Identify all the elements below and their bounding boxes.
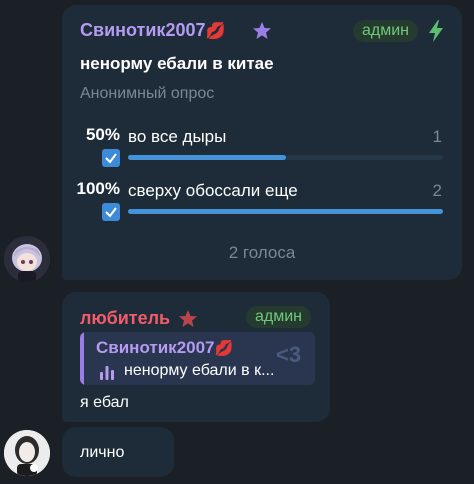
option-count: 1	[432, 127, 442, 146]
reply-quote[interactable]: Свинотик2007💋 ненорму ебали в к... <3	[80, 332, 315, 385]
vote-count[interactable]: 2 голоса	[62, 243, 462, 263]
poll-question: ненорму ебали в китае	[80, 54, 274, 73]
sender-name[interactable]: Свинотик2007💋	[80, 20, 225, 41]
option-percent: 100%	[76, 179, 120, 198]
admin-badge: админ	[246, 306, 312, 328]
option-text[interactable]: во все дыры	[128, 127, 226, 147]
option-bar-fill	[128, 155, 286, 160]
sender-emoji: 💋	[205, 23, 226, 40]
poll-type-label: Анонимный опрос	[80, 85, 215, 102]
option-bar-fill	[128, 209, 443, 214]
reply-text: ненорму ебали в к...	[124, 362, 275, 379]
star-icon	[179, 310, 197, 327]
user-avatar-svinotik[interactable]	[4, 236, 50, 282]
poll-message-bubble[interactable]	[62, 5, 462, 280]
option-count: 2	[432, 181, 442, 200]
option-bar-track	[128, 155, 443, 160]
checkbox-icon[interactable]	[102, 203, 120, 221]
heart-icon: <3	[276, 342, 302, 367]
poll-icon	[100, 366, 114, 380]
message-text: лично	[80, 444, 125, 461]
lightning-icon	[429, 20, 443, 42]
checkbox-icon[interactable]	[102, 149, 120, 167]
option-text[interactable]: сверху обоссали еще	[128, 181, 298, 201]
sender-name[interactable]: любитель	[80, 308, 170, 329]
reply-accent-line	[80, 332, 84, 385]
option-bar-track	[128, 209, 443, 214]
reply-sender-name: Свинотик2007💋	[96, 338, 234, 357]
star-icon	[253, 22, 271, 39]
option-percent: 50%	[85, 125, 120, 144]
admin-badge: админ	[353, 20, 419, 42]
user-avatar-lubitel[interactable]	[4, 430, 50, 476]
message-text: я ебал	[80, 394, 129, 411]
sender-emoji: 💋	[214, 340, 234, 357]
